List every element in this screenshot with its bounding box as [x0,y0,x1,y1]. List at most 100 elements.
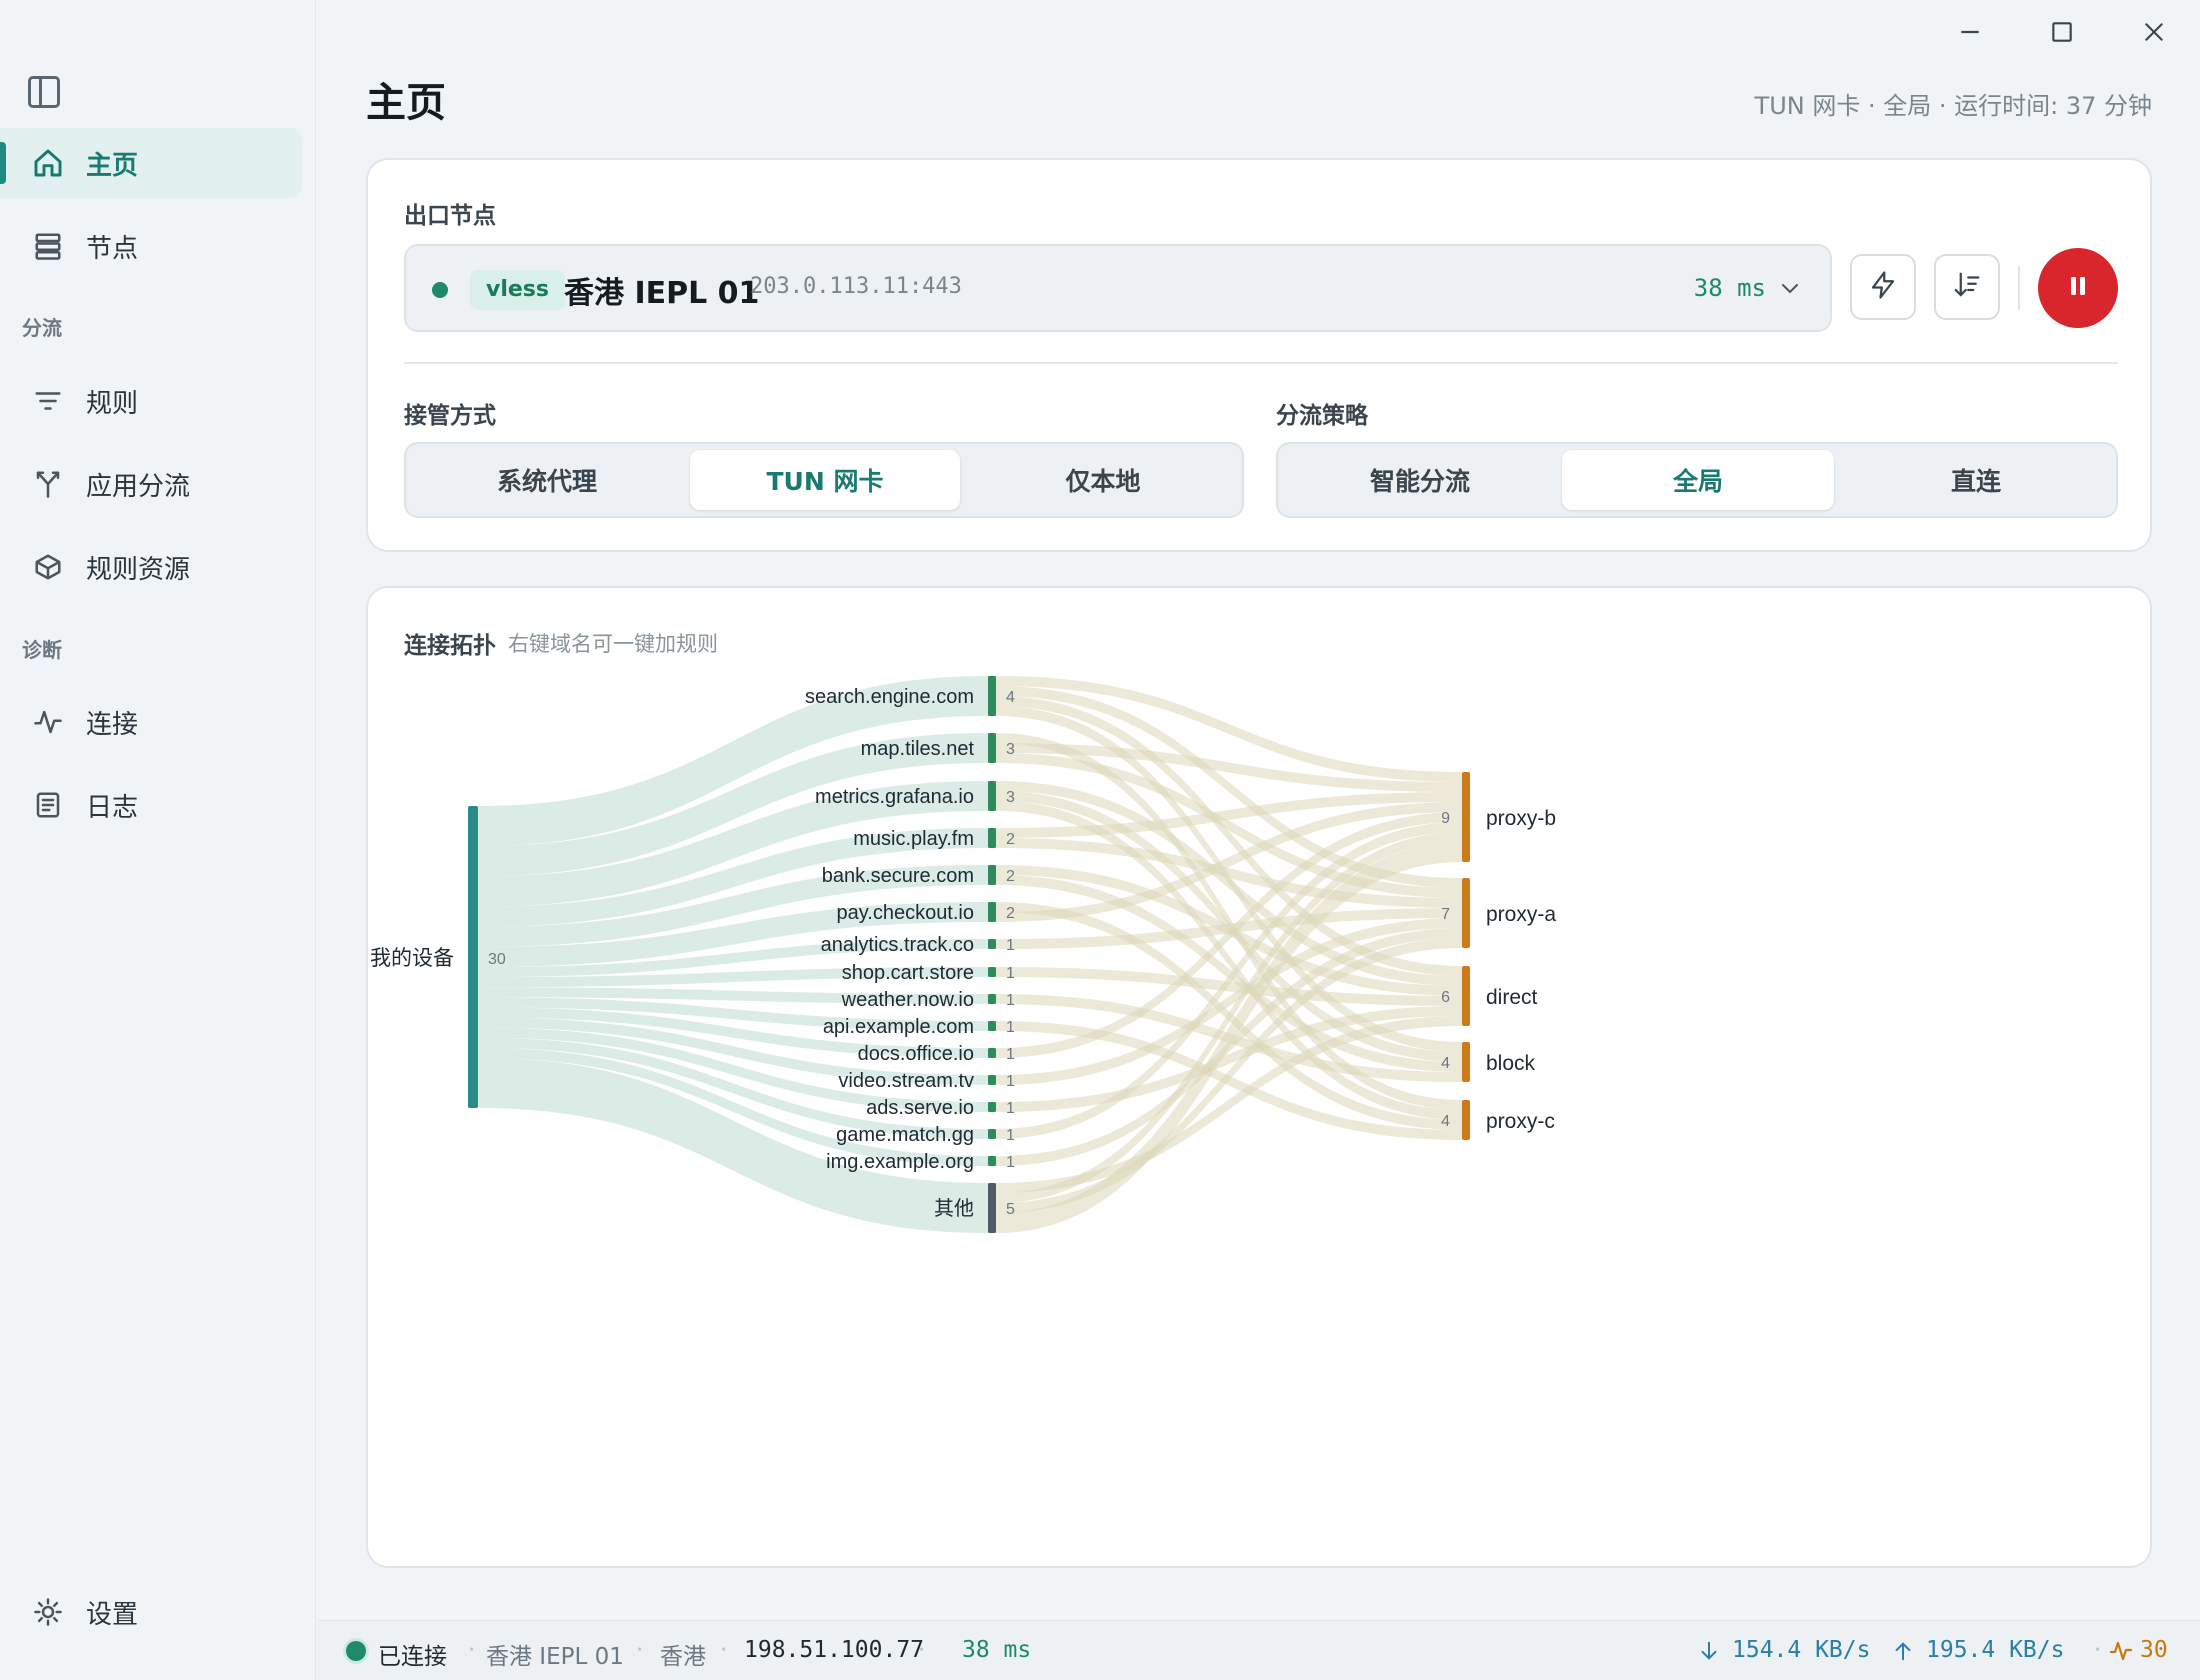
sankey-count-outbound: 7 [1441,906,1450,923]
sidebar-item-logs[interactable]: 日志 [0,770,302,840]
sankey-count-domain: 2 [1006,905,1015,922]
sankey-label-domain[interactable]: 其他 [934,1197,974,1220]
sankey-node-domain[interactable] [988,865,996,885]
sankey-count-outbound: 6 [1441,989,1450,1006]
separator: · [2094,1637,2102,1663]
sankey-node-domain[interactable] [988,1129,996,1139]
sankey-label-outbound: direct [1486,986,1538,1009]
strategy-label: 分流策略 [1276,403,1368,429]
sort-button[interactable] [1934,254,2000,320]
sankey-count-domain: 1 [1006,1127,1015,1144]
takeover-option-local-only[interactable]: 仅本地 [968,450,1238,510]
sidebar: 主页 节点 分流 规则 应用分流 规则资源 诊断 连接 日志 设置 [0,0,316,1680]
close-button[interactable] [2124,14,2184,50]
strategy-option-direct[interactable]: 直连 [1840,450,2112,510]
divider [404,362,2118,364]
sidebar-item-settings[interactable]: 设置 [0,1577,302,1647]
sankey-node-domain[interactable] [988,1021,996,1031]
sidebar-item-rules[interactable]: 规则 [0,366,302,436]
separator: · [468,1637,476,1663]
sankey-label-domain[interactable]: shop.cart.store [842,962,974,984]
sankey-label-domain[interactable]: analytics.track.co [821,934,974,956]
sidebar-item-connections[interactable]: 连接 [0,687,302,757]
pause-icon [2066,274,2090,302]
stop-button[interactable] [2038,248,2118,328]
sankey-label-domain[interactable]: music.play.fm [853,828,974,850]
sankey-label-outbound: proxy-a [1486,903,1556,926]
sankey-count-domain: 1 [1006,965,1015,982]
sankey-node-domain[interactable] [988,1102,996,1112]
sankey-label-outbound: proxy-b [1486,807,1556,830]
sidebar-item-label: 规则 [86,388,139,419]
sidebar-item-rule-resources[interactable]: 规则资源 [0,532,302,602]
sankey-label-domain[interactable]: search.engine.com [805,686,974,708]
sankey-count-domain: 1 [1006,1073,1015,1090]
exit-node-select[interactable]: vless 香港 IEPL 01 203.0.113.11:443 38 ms [404,244,1832,332]
sankey-node-outbound[interactable] [1462,772,1470,862]
sankey-node-outbound[interactable] [1462,1100,1470,1140]
minimize-button[interactable] [1940,14,2000,50]
topology-card: 连接拓扑 右键域名可一键加规则 我的设备 30 proxy-b 9 proxy-a 7 di… [366,586,2152,1568]
sankey-node-outbound[interactable] [1462,1042,1470,1082]
lightning-icon [1868,270,1898,304]
sankey-label-outbound: block [1486,1052,1536,1075]
maximize-button[interactable] [2032,14,2092,50]
sidebar-item-home[interactable]: 主页 [0,128,302,198]
download-speed: 154.4 KB/s [1732,1637,1871,1663]
sankey-label-domain[interactable]: api.example.com [823,1016,974,1038]
sankey-label-domain[interactable]: video.stream.tv [838,1070,974,1092]
sankey-label-domain[interactable]: game.match.gg [836,1124,974,1146]
takeover-segmented: 系统代理 TUN 网卡 仅本地 [404,442,1244,518]
sankey-node-outbound[interactable] [1462,878,1470,948]
strategy-option-smart[interactable]: 智能分流 [1284,450,1556,510]
node-latency: 38 ms [1693,274,1766,302]
takeover-option-tun[interactable]: TUN 网卡 [690,450,960,510]
takeover-option-system-proxy[interactable]: 系统代理 [412,450,682,510]
sankey-node-domain[interactable] [988,939,996,949]
sankey-label-domain[interactable]: map.tiles.net [861,738,975,760]
exit-node-label: 出口节点 [404,203,496,229]
sankey-node-outbound[interactable] [1462,966,1470,1026]
sidebar-toggle-icon[interactable] [28,76,60,108]
sankey-node-domain[interactable] [988,1183,996,1233]
sidebar-item-nodes[interactable]: 节点 [0,211,302,281]
sankey-count-domain: 5 [1006,1201,1015,1218]
sankey-label-domain[interactable]: ads.serve.io [866,1097,974,1119]
sankey-label-domain[interactable]: metrics.grafana.io [815,786,974,808]
sankey-node-domain[interactable] [988,676,996,716]
sankey-count-domain: 2 [1006,831,1015,848]
sankey-count-domain: 1 [1006,1100,1015,1117]
chevron-down-icon [1778,276,1802,300]
page-meta: TUN 网卡 · 全局 · 运行时间: 37 分钟 [1754,92,2152,120]
sankey-node-domain[interactable] [988,967,996,977]
sankey-label-domain[interactable]: pay.checkout.io [837,902,975,924]
status-dot [432,282,448,298]
page-title: 主页 [366,80,446,126]
sankey-node-domain[interactable] [988,1048,996,1058]
sankey-label-domain[interactable]: docs.office.io [858,1043,974,1065]
speed-test-button[interactable] [1850,254,1916,320]
sankey-count-domain: 1 [1006,1046,1015,1063]
sankey-label-domain[interactable]: img.example.org [826,1151,974,1173]
sankey-node-domain[interactable] [988,828,996,848]
sankey-label-domain[interactable]: bank.secure.com [822,865,974,887]
exit-node-card: 出口节点 vless 香港 IEPL 01 203.0.113.11:443 3… [366,158,2152,552]
sidebar-item-label: 规则资源 [86,554,191,585]
server-stack-icon [30,228,66,264]
sun-gear-icon [30,1594,66,1630]
sankey-node-domain[interactable] [988,781,996,811]
sidebar-section-routing: 分流 [22,316,62,340]
sankey-node-domain[interactable] [988,1075,996,1085]
sankey-node-domain[interactable] [988,733,996,763]
sankey-count-domain: 1 [1006,937,1015,954]
sankey-count-domain: 1 [1006,992,1015,1009]
sankey-label-domain[interactable]: weather.now.io [841,989,974,1011]
sankey-node-domain[interactable] [988,902,996,922]
sankey-node-domain[interactable] [988,994,996,1004]
document-icon [30,787,66,823]
sidebar-item-app-routing[interactable]: 应用分流 [0,449,302,519]
sankey-label-outbound: proxy-c [1486,1110,1555,1133]
strategy-option-global[interactable]: 全局 [1562,450,1834,510]
sankey-node-domain[interactable] [988,1156,996,1166]
download-arrow-icon [1698,1639,1720,1669]
